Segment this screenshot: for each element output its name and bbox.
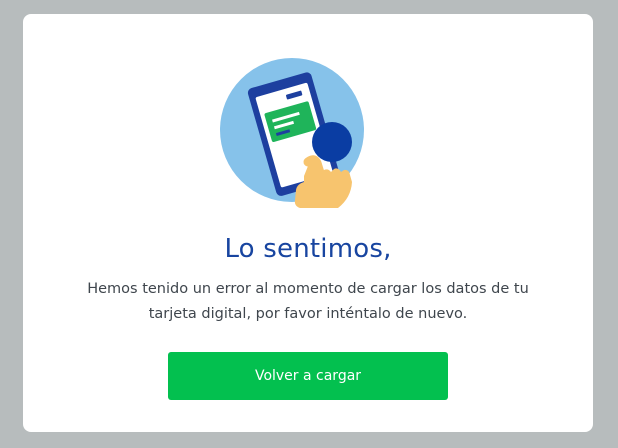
reload-button[interactable]: Volver a cargar <box>168 352 448 400</box>
error-message: Hemos tenido un error al momento de carg… <box>87 281 529 322</box>
error-dialog: Lo sentimos, Hemos tenido un error al mo… <box>23 14 593 432</box>
phone-tap-error-illustration <box>220 58 364 208</box>
dialog-title: Lo sentimos, <box>224 234 392 264</box>
status-dot <box>312 122 352 162</box>
